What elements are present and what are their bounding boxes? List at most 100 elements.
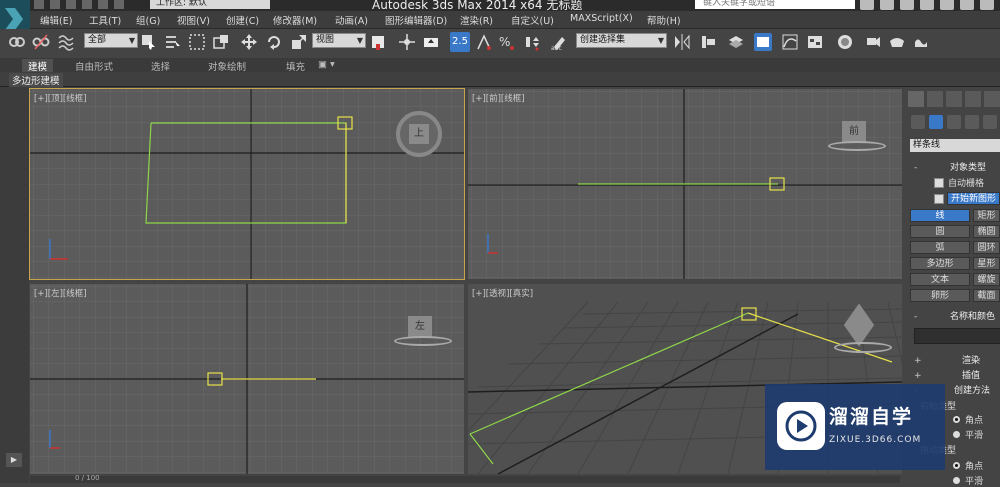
ribbon-tab-object-paint[interactable]: 对象绘制 — [208, 59, 246, 73]
reference-coordinate-dropdown[interactable]: 视图 ▼ — [312, 33, 366, 48]
keyboard-shortcut-override-icon[interactable] — [422, 33, 440, 51]
shape-category-dropdown[interactable]: 样条线 — [910, 139, 1000, 152]
select-and-move-icon[interactable] — [240, 33, 258, 51]
time-slider[interactable]: 0 / 100 — [30, 474, 900, 483]
viewport-top[interactable]: [+][顶][线框] 上 — [29, 88, 465, 280]
menu-customize[interactable]: 自定义(U) — [511, 13, 554, 27]
redo-icon[interactable] — [98, 0, 108, 9]
viewport-label[interactable]: [+][透视][真实] — [472, 287, 533, 299]
link-icon[interactable] — [8, 33, 26, 51]
name-color-rollout[interactable]: - 名称和颜色 — [910, 311, 1000, 323]
auto-grid-checkbox[interactable] — [934, 178, 944, 188]
menu-create[interactable]: 创建(C) — [226, 13, 259, 27]
lights-icon[interactable] — [947, 115, 961, 129]
helpers-icon[interactable] — [983, 115, 997, 129]
viewcube-icon[interactable]: 左 — [408, 316, 432, 338]
named-selection-dropdown[interactable]: 创建选择集 ▼ — [576, 33, 667, 48]
rendering-rollout[interactable]: + 渲染 — [910, 355, 1000, 367]
shapes-icon[interactable] — [929, 115, 943, 129]
initial-type-corner-radio[interactable] — [953, 416, 960, 423]
cameras-icon[interactable] — [965, 115, 979, 129]
menu-animation[interactable]: 动画(A) — [335, 13, 368, 27]
shape-button-star[interactable]: 星形 — [973, 257, 1000, 270]
snaps-toggle-button[interactable]: 2.5 — [450, 32, 470, 52]
object-name-field[interactable] — [914, 328, 1000, 344]
geometry-icon[interactable] — [911, 115, 925, 129]
select-and-scale-icon[interactable] — [290, 33, 308, 51]
select-and-manipulate-icon[interactable] — [398, 33, 416, 51]
menu-views[interactable]: 视图(V) — [177, 13, 210, 27]
pivot-center-icon[interactable] — [369, 33, 387, 51]
modify-tab-icon[interactable] — [927, 91, 943, 107]
spinner-snap-icon[interactable] — [522, 33, 540, 51]
render-setup-icon[interactable] — [864, 33, 882, 51]
ribbon-options-icon[interactable]: ▣ ▾ — [318, 59, 335, 70]
shape-button-donut[interactable]: 圆环 — [973, 241, 1000, 254]
interpolation-rollout[interactable]: + 插值 — [910, 370, 1000, 382]
new-file-icon[interactable] — [34, 0, 44, 9]
help-search-input[interactable]: 键入关键字或短语 — [695, 0, 855, 9]
shape-button-helix[interactable]: 螺旋线 — [973, 273, 1000, 286]
select-object-icon[interactable] — [140, 33, 158, 51]
save-file-icon[interactable] — [66, 0, 76, 9]
ribbon-tab-freeform[interactable]: 自由形式 — [75, 59, 113, 73]
viewport-label[interactable]: [+][顶][线框] — [34, 92, 87, 104]
rendered-frame-window-icon[interactable] — [888, 33, 906, 51]
help-icon[interactable] — [940, 0, 954, 10]
unlink-icon[interactable] — [32, 33, 50, 51]
viewport-front[interactable]: [+][前][线框] 前 — [468, 89, 902, 279]
menu-maxscript[interactable]: MAXScript(X) — [570, 13, 633, 24]
window-crossing-icon[interactable] — [212, 33, 230, 51]
menu-group[interactable]: 组(G) — [136, 13, 160, 27]
selection-filter-dropdown[interactable]: 全部 ▼ — [84, 33, 138, 48]
menu-modifiers[interactable]: 修改器(M) — [273, 13, 317, 27]
select-and-rotate-icon[interactable] — [265, 33, 283, 51]
workspace-select[interactable]: 工作区: 默认 — [150, 0, 270, 9]
angle-snap-icon[interactable] — [475, 33, 493, 51]
shape-button-ngon[interactable]: 多边形 — [910, 257, 970, 270]
undo-icon[interactable] — [82, 0, 92, 9]
shape-button-egg[interactable]: 卵形 — [910, 289, 970, 302]
ribbon-tab-modeling[interactable]: 建模 — [22, 59, 54, 73]
ribbon-tab-selection[interactable]: 选择 — [151, 59, 170, 73]
bind-space-warp-icon[interactable] — [57, 33, 75, 51]
viewport-left[interactable]: [+][左][线框] 左 — [30, 284, 464, 474]
schematic-view-icon[interactable] — [806, 33, 824, 51]
select-by-name-icon[interactable] — [164, 33, 182, 51]
initial-type-smooth-radio[interactable] — [953, 431, 960, 438]
shape-button-line[interactable]: 线 — [910, 209, 970, 222]
polygon-modeling-panel[interactable]: 多边形建模 — [9, 73, 63, 87]
create-tab-icon[interactable] — [908, 91, 924, 107]
viewport-label[interactable]: [+][前][线框] — [472, 92, 525, 104]
motion-tab-icon[interactable] — [965, 91, 981, 107]
play-animation-icon[interactable]: ▶ — [6, 453, 22, 467]
favorites-icon[interactable] — [920, 0, 934, 10]
object-type-rollout[interactable]: - 对象类型 — [910, 162, 1000, 174]
material-editor-icon[interactable] — [836, 33, 854, 51]
open-file-icon[interactable] — [50, 0, 60, 9]
shape-button-arc[interactable]: 弧 — [910, 241, 970, 254]
layer-manager-icon[interactable] — [727, 33, 745, 51]
viewport-label[interactable]: [+][左][线框] — [34, 287, 87, 299]
edit-named-selection-icon[interactable]: abc — [550, 33, 568, 51]
start-new-shape-checkbox[interactable] — [934, 194, 944, 204]
graphite-modeling-tools-icon[interactable] — [754, 33, 772, 51]
menu-rendering[interactable]: 渲染(R) — [460, 13, 493, 27]
subscription-icon[interactable] — [880, 0, 894, 10]
display-tab-icon[interactable] — [984, 91, 1000, 107]
menu-edit[interactable]: 编辑(E) — [40, 13, 72, 27]
ribbon-tab-populate[interactable]: 填充 — [286, 59, 305, 73]
maximize-icon[interactable] — [980, 0, 994, 10]
start-new-shape-button[interactable]: 开始新图形 — [947, 192, 1000, 205]
percent-snap-icon[interactable]: % — [498, 33, 516, 51]
viewcube-icon[interactable]: 上 — [396, 111, 442, 157]
shape-button-circle[interactable]: 圆 — [910, 225, 970, 238]
search-icon[interactable] — [860, 0, 874, 10]
hold-icon[interactable] — [114, 0, 124, 9]
render-production-icon[interactable] — [912, 33, 930, 51]
menu-tools[interactable]: 工具(T) — [89, 13, 121, 27]
shape-button-section[interactable]: 截面 — [973, 289, 1000, 302]
menu-help[interactable]: 帮助(H) — [647, 13, 681, 27]
align-icon[interactable] — [699, 33, 717, 51]
viewcube-icon[interactable]: 前 — [842, 121, 866, 143]
